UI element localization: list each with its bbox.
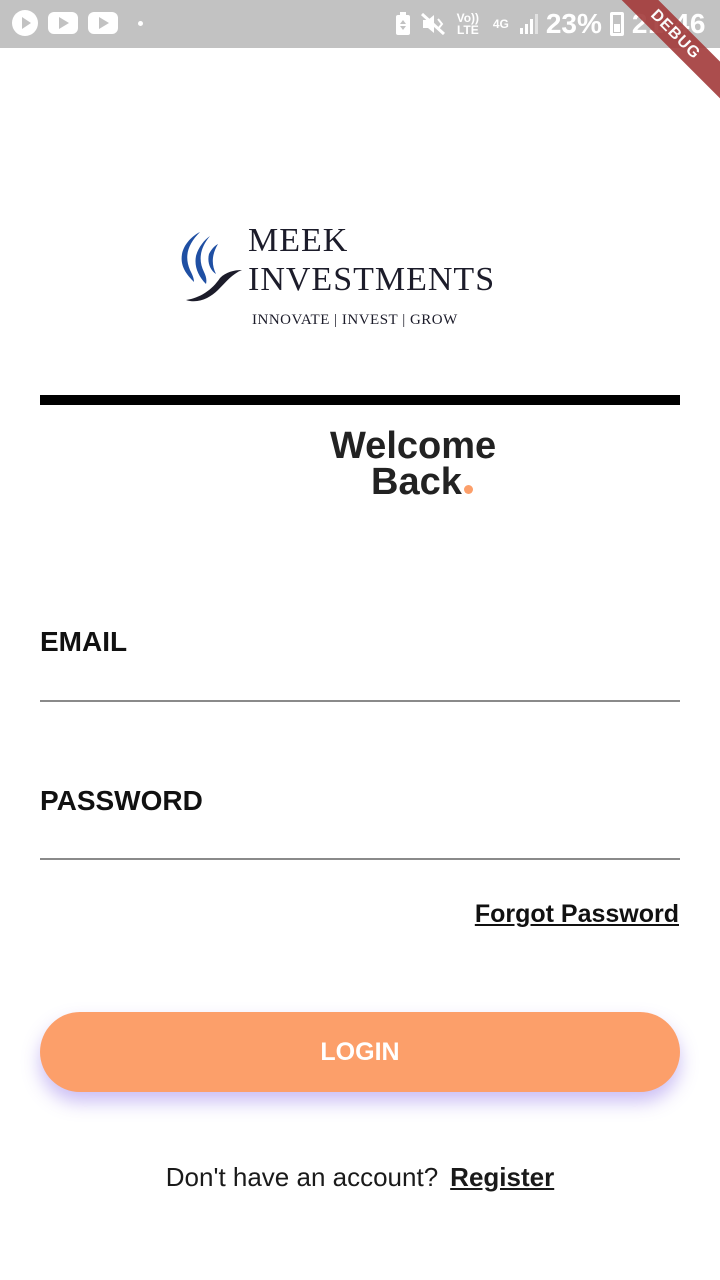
password-field[interactable] [40,824,680,860]
status-bar: Vo)) LTE 4G 23% 21:46 [0,0,720,48]
welcome-line2: Back [371,461,462,503]
register-link[interactable]: Register [450,1162,554,1192]
network-type-indicator: 4G [492,17,509,31]
dot-icon [138,20,143,26]
battery-icon [609,12,624,36]
accent-dot [463,485,473,494]
welcome-heading: Welcome Back [330,427,496,503]
signal-icon [519,14,538,34]
forgot-password-link[interactable]: Forgot Password [475,900,679,929]
play-circle-icon [12,10,38,36]
status-bar-notifications [12,10,143,36]
company-logo: MEEK INVESTMENTS INNOVATE | INVEST | GRO… [170,222,540,337]
mute-vibrate-icon [420,12,445,36]
header-divider [40,395,680,405]
login-button[interactable]: LOGIN [40,1012,680,1092]
youtube-icon [48,12,78,34]
logo-name-line1: MEEK [248,222,349,259]
youtube-icon [88,12,118,34]
welcome-line2-wrap: Back [330,461,496,503]
email-label: EMAIL [40,626,128,657]
register-row: Don't have an account? Register [0,1162,720,1193]
register-prompt: Don't have an account? [165,1162,439,1192]
logo-tagline: INNOVATE | INVEST | GROW [252,312,458,328]
volte-indicator: Vo)) LTE [456,11,480,37]
logo-mark-icon [181,232,242,302]
logo-name-line2: INVESTMENTS [248,261,496,298]
email-field[interactable] [40,666,680,702]
battery-percent: 23% [545,8,602,39]
password-label: PASSWORD [40,785,203,816]
battery-saver-icon [395,12,410,35]
